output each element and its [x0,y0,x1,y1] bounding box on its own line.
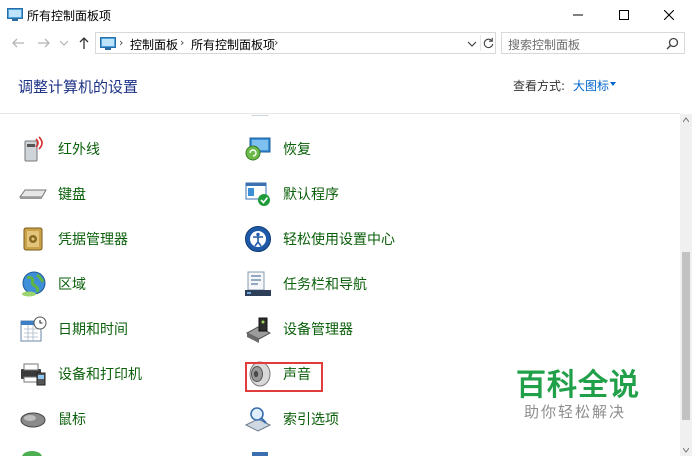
breadcrumb-separator-icon: › [180,36,185,49]
region-globe-icon [18,269,48,299]
partial-item-icon [251,115,269,116]
search-placeholder: 搜索控制面板 [508,38,581,52]
devices-printers-icon [18,359,48,389]
breadcrumb-all-items[interactable]: 所有控制面板项 [191,36,275,53]
scroll-up-icon[interactable] [683,117,689,123]
window-title: 所有控制面板项 [27,9,112,23]
recent-locations-button[interactable] [58,34,70,52]
item-region[interactable]: 区域 [18,268,86,300]
back-arrow-icon [12,38,24,48]
up-button[interactable] [75,34,93,52]
item-label: 键盘 [58,187,86,203]
scroll-down-icon[interactable] [683,447,689,453]
chevron-down-icon [60,40,68,46]
device-manager-icon [243,314,273,344]
item-default-programs[interactable]: 默认程序 [243,178,339,210]
vertical-scrollbar[interactable] [680,114,692,456]
item-label: 红外线 [58,142,100,158]
item-date-time[interactable]: 日期和时间 [18,313,128,345]
item-taskbar-navigation[interactable]: 任务栏和导航 [243,268,367,300]
item-ease-of-access[interactable]: 轻松使用设置中心 [243,223,395,255]
item-label: 设备和打印机 [58,367,142,383]
sound-highlight-box [245,362,323,392]
credential-manager-icon [18,224,48,254]
view-by-dropdown[interactable]: 大图标 [573,77,609,94]
caret-down-icon[interactable] [610,82,616,86]
address-bar[interactable]: › 控制面板 › 所有控制面板项 › [95,32,496,54]
navigation-bar: › 控制面板 › 所有控制面板项 › 搜索控制面板 [0,30,692,56]
item-label: 任务栏和导航 [283,277,367,293]
breadcrumb-separator-icon: › [274,36,279,49]
content-header: 调整计算机的设置 查看方式: 大图标 [0,56,680,114]
partial-item-icon [252,452,268,456]
watermark-subtitle: 助你轻松解决 [524,403,627,421]
indexing-options-icon [243,404,273,434]
view-by-label: 查看方式: [513,79,566,93]
page-title: 调整计算机的设置 [18,78,139,96]
close-button[interactable] [646,0,692,30]
item-label: 凭据管理器 [58,232,128,248]
item-keyboard[interactable]: 键盘 [18,178,86,210]
item-label: 恢复 [283,142,311,158]
item-devices-printers[interactable]: 设备和打印机 [18,358,142,390]
search-icon[interactable] [666,37,679,50]
item-mouse[interactable]: 鼠标 [18,403,86,435]
breadcrumb-separator-icon: › [119,36,124,49]
maximize-icon [619,10,629,20]
mouse-icon [18,404,48,434]
partial-item-icon [22,451,42,456]
back-button[interactable] [9,34,27,52]
close-icon [664,10,674,20]
item-label: 轻松使用设置中心 [283,232,395,248]
date-time-icon [18,314,48,344]
control-panel-location-icon [100,37,116,50]
item-label: 索引选项 [283,412,339,428]
item-label: 鼠标 [58,412,86,428]
watermark-title: 百科全说 [516,368,640,403]
scrollbar-thumb[interactable] [682,252,690,420]
forward-arrow-icon [38,38,50,48]
item-recovery[interactable]: 恢复 [243,133,311,165]
minimize-icon [573,14,583,16]
item-infrared[interactable]: 红外线 [18,133,100,165]
item-label: 日期和时间 [58,322,128,338]
maximize-button[interactable] [601,0,647,30]
item-credential-manager[interactable]: 凭据管理器 [18,223,128,255]
search-input[interactable]: 搜索控制面板 [501,32,685,54]
item-label: 区域 [58,277,86,293]
address-dropdown-icon[interactable] [466,38,478,50]
refresh-icon[interactable] [480,35,496,51]
ease-of-access-icon [243,224,273,254]
control-panel-icon [7,8,23,21]
default-programs-icon [243,179,273,209]
item-indexing-options[interactable]: 索引选项 [243,403,339,435]
taskbar-navigation-icon [243,269,273,299]
keyboard-icon [18,179,48,209]
infrared-icon [18,134,48,164]
item-label: 默认程序 [283,187,339,203]
partial-item-icon [20,115,44,119]
item-device-manager[interactable]: 设备管理器 [243,313,353,345]
up-arrow-icon [79,37,89,49]
minimize-button[interactable] [555,0,601,30]
breadcrumb-control-panel[interactable]: 控制面板 [130,36,178,53]
item-label: 设备管理器 [283,322,353,338]
recovery-icon [243,134,273,164]
forward-button[interactable] [35,34,53,52]
title-bar: 所有控制面板项 [0,0,692,30]
